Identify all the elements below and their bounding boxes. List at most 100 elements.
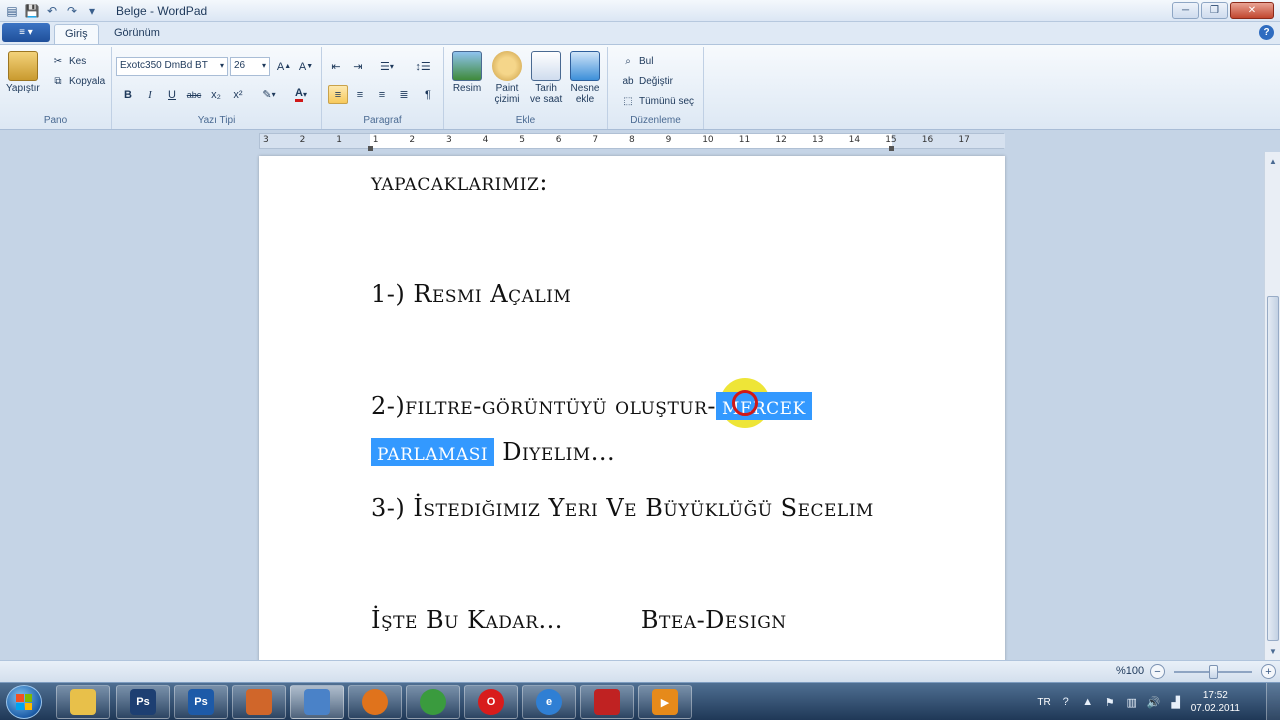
- right-indent-marker[interactable]: [889, 146, 894, 151]
- start-button[interactable]: [6, 685, 42, 719]
- group-insert: Resim Paint çizimi Tarih ve saat Nesne ekle…: [444, 47, 608, 129]
- group-paragraph: ⇤ ⇥ ☰ ▾ ↕☰ ≡ ≡ ≡ ≣ ¶ Paragraf: [322, 47, 444, 129]
- bullet-list-icon[interactable]: ☰ ▾: [372, 57, 402, 76]
- subscript-button[interactable]: x₂: [206, 85, 226, 104]
- date-time-label: Tarih ve saat: [530, 83, 563, 105]
- font-family-select[interactable]: Exotc350 DmBd BT ▾: [116, 57, 228, 76]
- paragraph-settings-icon[interactable]: ¶: [418, 85, 438, 104]
- scroll-up-icon[interactable]: ▲: [1266, 153, 1280, 169]
- taskbar-app-chrome[interactable]: [406, 685, 460, 719]
- doc-line-3-text: 2-)filtre-görüntüyü oluştur-: [371, 392, 717, 420]
- zoom-slider-thumb[interactable]: [1209, 665, 1218, 679]
- help-icon[interactable]: ?: [1259, 25, 1274, 40]
- copy-icon: ⧉: [54, 75, 62, 87]
- help-tray-icon[interactable]: ?: [1059, 695, 1073, 709]
- date-time-button[interactable]: Tarih ve saat: [530, 51, 562, 105]
- ruler-number: 8: [629, 135, 635, 145]
- scrollbar-thumb[interactable]: [1267, 296, 1279, 641]
- replace-button[interactable]: ab Değiştir: [620, 73, 672, 89]
- align-center-icon[interactable]: ≡: [350, 85, 370, 104]
- superscript-button[interactable]: x²: [228, 85, 248, 104]
- ruler-number: 7: [592, 135, 599, 145]
- signal-icon[interactable]: ▟: [1169, 695, 1183, 709]
- scroll-down-icon[interactable]: ▼: [1266, 643, 1280, 659]
- taskbar-app-opera[interactable]: O: [464, 685, 518, 719]
- paint-drawing-label: Paint çizimi: [494, 83, 520, 105]
- taskbar-app-ccleaner[interactable]: [580, 685, 634, 719]
- network-icon[interactable]: ▥: [1125, 695, 1139, 709]
- increase-indent-icon[interactable]: ⇥: [348, 57, 368, 76]
- italic-button[interactable]: I: [140, 85, 160, 104]
- select-all-button[interactable]: ⬚ Tümünü seç: [620, 93, 694, 109]
- ruler[interactable]: 3 2 1 1 2 3 4 5 6 7 8 9 10 11 12 13 14 15 16 17: [259, 133, 1005, 151]
- copy-button[interactable]: ⧉ Kopyala: [50, 73, 105, 89]
- taskbar-app-explorer[interactable]: [56, 685, 110, 719]
- taskbar-app-wordpad[interactable]: [290, 685, 344, 719]
- show-desktop-button[interactable]: [1266, 683, 1280, 720]
- maximize-button[interactable]: ❐: [1201, 2, 1228, 19]
- taskbar-app-firefox[interactable]: [348, 685, 402, 719]
- show-hidden-icons-icon[interactable]: ▲: [1081, 695, 1095, 709]
- line-spacing-icon[interactable]: ↕☰: [408, 57, 438, 76]
- justify-icon[interactable]: ≣: [394, 85, 414, 104]
- zoom-in-button[interactable]: +: [1261, 664, 1276, 679]
- media-player-icon: ▶: [652, 689, 678, 715]
- taskbar-app-media-player[interactable]: ▶: [638, 685, 692, 719]
- taskbar-app-photoshop-2[interactable]: Ps: [174, 685, 228, 719]
- ruler-number: 11: [738, 135, 751, 145]
- insert-picture-label: Resim: [452, 83, 482, 94]
- align-right-icon[interactable]: ≡: [372, 85, 392, 104]
- paste-button[interactable]: Yapıştır: [6, 51, 40, 94]
- customize-qat-icon[interactable]: ▾: [84, 3, 100, 19]
- doc-line-1[interactable]: yapacaklarımız:: [371, 168, 548, 196]
- grow-font-button[interactable]: A ▲: [274, 57, 294, 76]
- find-label: Bul: [639, 55, 654, 67]
- insert-object-button[interactable]: Nesne ekle: [570, 51, 600, 105]
- doc-line-5[interactable]: 3-) İstediğimiz Yeri Ve Büyüklüğü Seceli…: [371, 494, 874, 522]
- taskbar-app-app-loader[interactable]: [232, 685, 286, 719]
- doc-line-4[interactable]: parlaması Diyelim...: [371, 438, 615, 466]
- taskbar-app-internet-explorer[interactable]: e: [522, 685, 576, 719]
- volume-icon[interactable]: 🔊: [1147, 695, 1161, 709]
- underline-button[interactable]: U: [162, 85, 182, 104]
- decrease-indent-icon[interactable]: ⇤: [326, 57, 346, 76]
- insert-object-label: Nesne ekle: [570, 83, 600, 105]
- redo-icon[interactable]: ↷: [64, 3, 80, 19]
- tab-view[interactable]: Görünüm: [104, 24, 170, 44]
- undo-icon[interactable]: ↶: [44, 3, 60, 19]
- font-color-button[interactable]: A ▾: [286, 85, 316, 104]
- bold-button[interactable]: B: [118, 85, 138, 104]
- document-area[interactable]: yapacaklarımız: 1-) Resmi Açalım 2-)filt…: [0, 152, 1264, 660]
- clock[interactable]: 17:52 07.02.2011: [1191, 689, 1240, 715]
- wordpad-app-icon[interactable]: ▤: [4, 3, 20, 19]
- save-icon[interactable]: 💾: [24, 3, 40, 19]
- ruler-number: 15: [885, 135, 897, 145]
- close-button[interactable]: ✕: [1230, 2, 1274, 19]
- taskbar-app-photoshop-1[interactable]: Ps: [116, 685, 170, 719]
- selected-text[interactable]: mercek: [716, 392, 812, 420]
- document-page[interactable]: yapacaklarımız: 1-) Resmi Açalım 2-)filt…: [259, 156, 1005, 660]
- language-indicator[interactable]: TR: [1037, 697, 1050, 708]
- ruler-number: 3: [446, 135, 452, 145]
- action-center-icon[interactable]: ⚑: [1103, 695, 1117, 709]
- find-button[interactable]: ⌕ Bul: [620, 53, 653, 69]
- zoom-out-button[interactable]: −: [1150, 664, 1165, 679]
- font-size-select[interactable]: 26 ▾: [230, 57, 270, 76]
- system-tray: TR ? ▲ ⚑ ▥ 🔊 ▟ 17:52 07.02.2011: [1037, 683, 1240, 720]
- shrink-font-button[interactable]: A ▼: [296, 57, 316, 76]
- align-left-icon[interactable]: ≡: [328, 85, 348, 104]
- left-indent-marker[interactable]: [368, 146, 373, 151]
- strikethrough-button[interactable]: abc: [184, 85, 204, 104]
- vertical-scrollbar[interactable]: ▲ ▼: [1264, 152, 1280, 660]
- highlight-color-button[interactable]: ✎ ▾: [254, 85, 284, 104]
- tab-home[interactable]: Giriş: [54, 24, 99, 44]
- paint-drawing-button[interactable]: Paint çizimi: [492, 51, 522, 105]
- selected-text[interactable]: parlaması: [371, 438, 495, 466]
- minimize-button[interactable]: ─: [1172, 2, 1199, 19]
- doc-line-2[interactable]: 1-) Resmi Açalım: [371, 280, 571, 308]
- group-label-insert: Ekle: [515, 115, 536, 126]
- doc-line-6[interactable]: İşte Bu Kadar... Btea-Design: [371, 606, 787, 634]
- cut-button[interactable]: ✂ Kes: [50, 53, 86, 69]
- app-menu-button[interactable]: ≡ ▾: [2, 23, 50, 42]
- insert-picture-button[interactable]: Resim: [452, 51, 482, 94]
